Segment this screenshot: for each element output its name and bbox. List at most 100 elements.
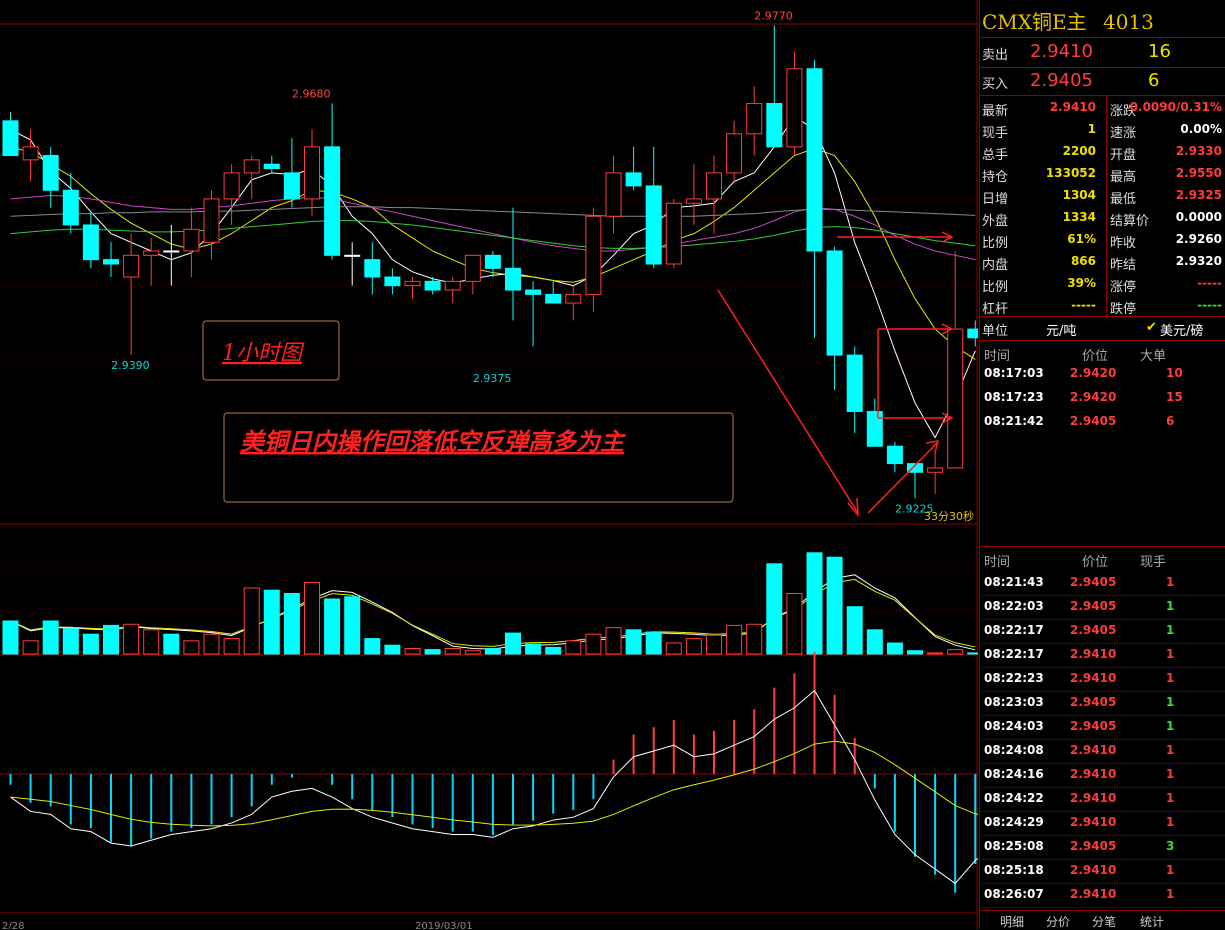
tick-price: 2.9405 (1070, 575, 1117, 589)
tick-volume: 1 (1166, 623, 1175, 637)
stat-row: 杠杆 ----- 跌停 ----- (980, 295, 1225, 317)
sell-label: 卖出 (982, 48, 1009, 63)
tick-price: 2.9410 (1070, 887, 1117, 901)
tick-row[interactable]: 08:26:07 2.9410 1 (980, 884, 1225, 906)
tick-row[interactable]: 08:22:17 2.9405 1 (980, 620, 1225, 642)
sell-row[interactable]: 卖出 2.9410 16 (980, 40, 1225, 66)
candle-body (384, 276, 401, 287)
candle-body (203, 198, 220, 243)
stat-label: 最低 (1110, 192, 1137, 207)
tick-row[interactable]: 08:22:17 2.9410 1 (980, 644, 1225, 666)
stat-label: 总手 (982, 148, 1009, 163)
unit-value[interactable]: 元/吨 (1046, 320, 1076, 339)
big-order-row[interactable]: 08:17:23 2.9420 15 (980, 387, 1225, 409)
buy-row[interactable]: 买入 2.9405 6 (980, 69, 1225, 95)
tick-volume: 1 (1166, 791, 1175, 805)
tick-row[interactable]: 08:23:03 2.9405 1 (980, 692, 1225, 714)
volume-bar (565, 640, 582, 655)
tick-row[interactable]: 08:24:22 2.9410 1 (980, 788, 1225, 810)
annotation-strategy: 美铜日内操作回落低空反弹高多为主 (240, 427, 626, 456)
volume-bar (726, 624, 743, 655)
date-label-1: 2/28 (2, 921, 24, 929)
candle-body (123, 254, 140, 278)
price-label: 2.9390 (111, 359, 150, 372)
candle-body (484, 254, 501, 269)
tick-volume: 1 (1166, 695, 1175, 709)
tab-detail[interactable]: 明细 (1000, 913, 1024, 930)
stat-label: 昨收 (1110, 236, 1137, 251)
stat-row: 总手 2200 开盘 2.9330 (980, 141, 1225, 163)
stat-value: ----- (1071, 298, 1096, 312)
stat-value: 1304 (1062, 188, 1096, 202)
candlestick-chart[interactable]: 1小时图 美铜日内操作回落低空反弹高多为主 2.9770 2.9680 2.9390… (0, 0, 978, 929)
tick-row[interactable]: 08:21:43 2.9405 1 (980, 572, 1225, 594)
volume-bar (706, 634, 722, 655)
candle-body (42, 155, 59, 191)
candle-body (545, 293, 562, 304)
volume-bar (183, 640, 200, 655)
buy-volume: 6 (1148, 70, 1160, 91)
candle-body (565, 293, 582, 304)
volume-bar (163, 633, 180, 655)
tick-row[interactable]: 08:22:23 2.9410 1 (980, 668, 1225, 690)
tick-row[interactable]: 08:24:16 2.9410 1 (980, 764, 1225, 786)
instrument-code: 4013 (1102, 10, 1154, 34)
volume-bar (826, 556, 843, 655)
stat-value: 0.0000 (1175, 210, 1222, 224)
tick-time: 08:24:22 (984, 791, 1044, 805)
tick-row[interactable]: 08:24:03 2.9405 1 (980, 716, 1225, 738)
candle-body (444, 280, 461, 291)
col-time: 时间 (984, 349, 1011, 364)
tick-row[interactable]: 08:24:08 2.9410 1 (980, 740, 1225, 762)
stat-value: 2.9325 (1175, 188, 1222, 202)
candle-body (625, 172, 642, 187)
big-order-row[interactable]: 08:17:03 2.9420 10 (980, 363, 1225, 385)
candle-body (464, 254, 481, 282)
unit-label: 单位 (982, 324, 1009, 339)
candle-body (22, 146, 39, 161)
volume-bar (585, 633, 602, 655)
tab-price-dist[interactable]: 分价 (1046, 913, 1070, 930)
tick-volume: 1 (1166, 767, 1175, 781)
tick-price: 2.9410 (1070, 671, 1117, 685)
price-label: 2.9680 (292, 87, 331, 100)
order-price: 2.9405 (1070, 414, 1117, 428)
stat-value: 2.9260 (1175, 232, 1222, 246)
candle-body (143, 250, 160, 256)
tick-price: 2.9405 (1070, 599, 1117, 613)
candle-body (786, 68, 803, 148)
candle-body (886, 445, 903, 465)
volume-bar (665, 642, 682, 655)
candle-body (82, 224, 99, 261)
order-time: 08:21:42 (984, 414, 1044, 428)
tick-row[interactable]: 08:24:29 2.9410 1 (980, 812, 1225, 834)
annotation-hourly: 1小时图 (222, 341, 305, 366)
macd-dif-line (10, 689, 978, 885)
tick-price: 2.9410 (1070, 815, 1117, 829)
unit-alt[interactable]: 美元/磅 (1160, 320, 1203, 339)
tick-volume: 1 (1166, 863, 1175, 877)
stat-label: 持仓 (982, 170, 1009, 185)
tick-row[interactable]: 08:25:08 2.9405 3 (980, 836, 1225, 858)
big-order-row[interactable]: 08:21:42 2.9405 6 (980, 411, 1225, 433)
candle-body (726, 133, 743, 174)
stat-row: 比例 39% 涨停 ----- (980, 273, 1225, 295)
candle-body (665, 202, 682, 265)
order-price: 2.9420 (1070, 390, 1117, 404)
tab-tick[interactable]: 分笔 (1092, 913, 1116, 930)
volume-bar (143, 629, 160, 655)
tick-volume: 1 (1166, 599, 1175, 613)
tick-row[interactable]: 08:22:03 2.9405 1 (980, 596, 1225, 618)
ma-line (10, 220, 976, 249)
volume-bar (484, 648, 501, 655)
col-vol: 现手 (1140, 555, 1167, 570)
stat-label: 日增 (982, 192, 1009, 207)
tick-time: 08:21:43 (984, 575, 1044, 589)
tab-stats[interactable]: 统计 (1140, 913, 1164, 930)
price-label: 2.9375 (473, 372, 512, 385)
sell-price: 2.9410 (1030, 41, 1093, 62)
candle-body (927, 467, 944, 473)
tick-row[interactable]: 08:25:18 2.9410 1 (980, 860, 1225, 882)
tick-price: 2.9405 (1070, 695, 1117, 709)
volume-bar (605, 627, 622, 655)
